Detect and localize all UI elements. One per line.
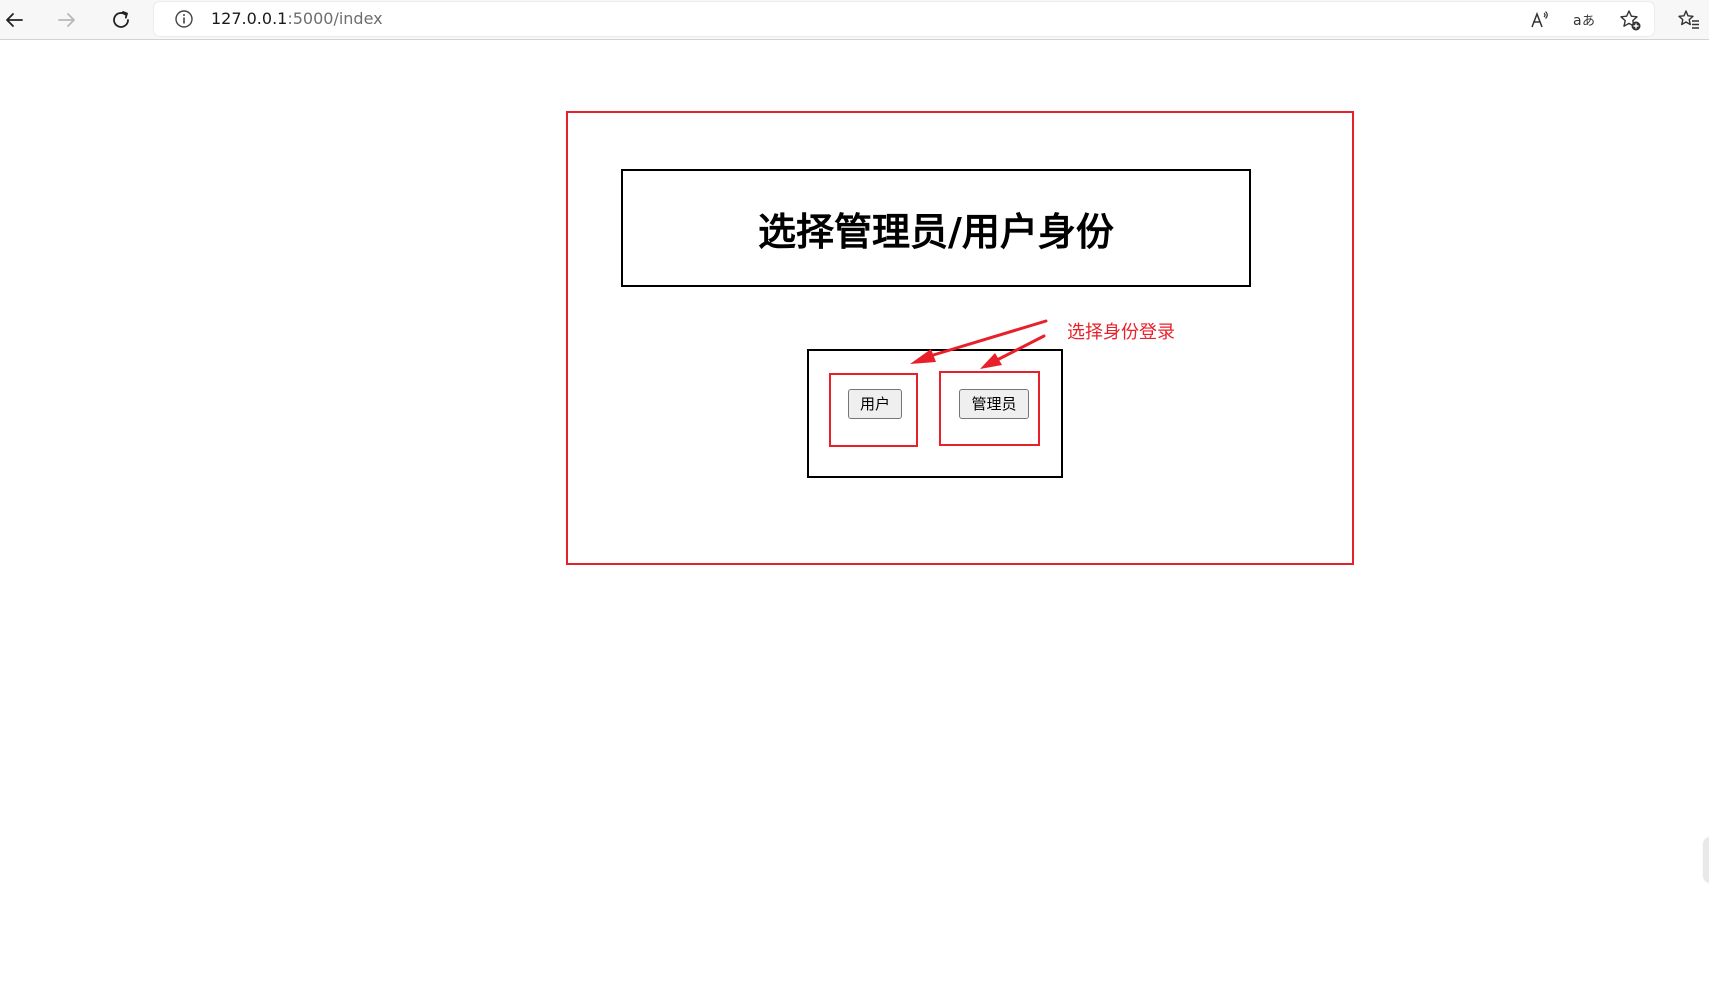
sidebar-edge-tab[interactable] xyxy=(1704,838,1709,882)
url-text[interactable]: 127.0.0.1:5000/index xyxy=(211,9,383,29)
page-title: 选择管理员/用户身份 xyxy=(758,209,1114,254)
title-box: 选择管理员/用户身份 xyxy=(621,169,1251,287)
info-icon[interactable] xyxy=(173,8,195,30)
forward-arrow-icon[interactable] xyxy=(53,6,81,34)
reload-icon[interactable] xyxy=(107,6,135,34)
browser-toolbar: 127.0.0.1:5000/index aあ xyxy=(0,0,1709,40)
back-arrow-icon[interactable] xyxy=(0,6,28,34)
read-aloud-icon[interactable] xyxy=(1525,6,1553,34)
svg-text:a: a xyxy=(1573,13,1582,29)
favorite-add-icon[interactable] xyxy=(1616,6,1644,34)
url-host: 127.0.0.1 xyxy=(211,9,288,28)
translate-icon[interactable]: aあ xyxy=(1570,6,1598,34)
svg-text:あ: あ xyxy=(1582,14,1595,29)
admin-button[interactable]: 管理员 xyxy=(959,389,1029,419)
annotation-label: 选择身份登录 xyxy=(1067,322,1175,343)
user-button[interactable]: 用户 xyxy=(848,389,902,419)
url-path: :5000/index xyxy=(287,9,383,28)
favorites-icon[interactable] xyxy=(1675,6,1703,34)
